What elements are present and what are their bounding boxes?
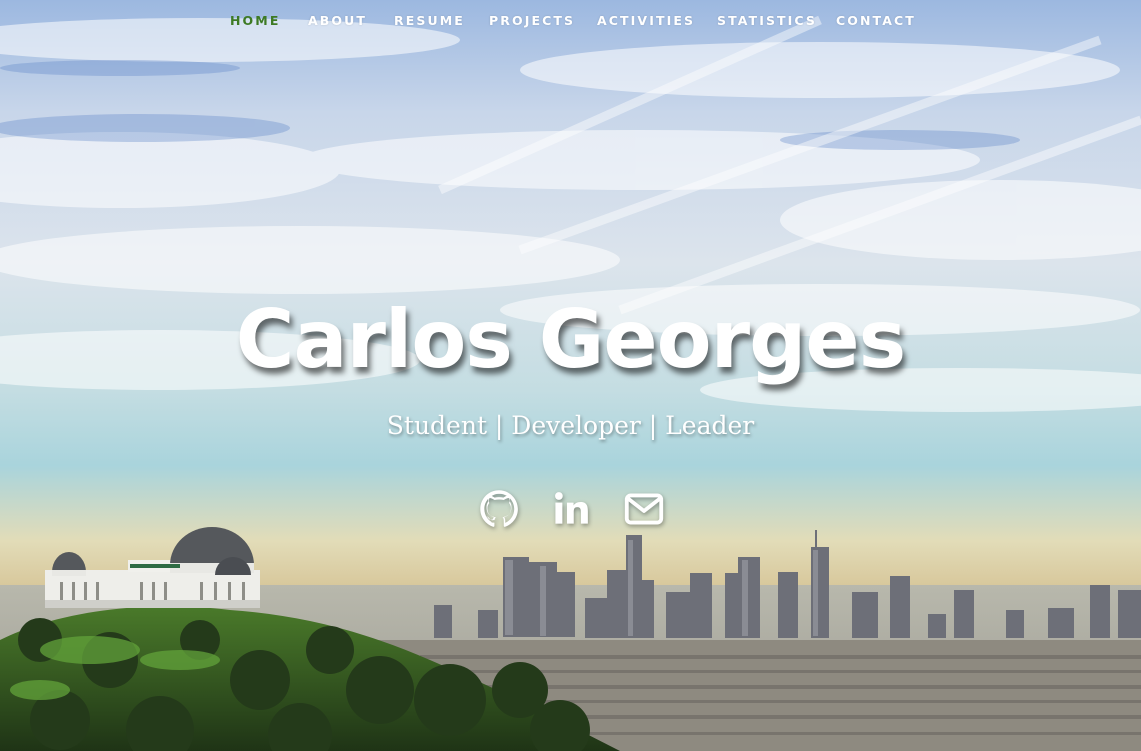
hero-section: HOME ABOUT RESUME PROJECTS ACTIVITIES ST… — [0, 0, 1141, 751]
github-icon — [480, 490, 518, 527]
hero-subtitle: Student | Developer | Leader — [386, 411, 755, 440]
linkedin-icon — [555, 492, 588, 524]
github-link[interactable] — [477, 487, 521, 531]
email-link[interactable] — [622, 487, 666, 531]
nav-contact-link[interactable]: CONTACT — [836, 13, 916, 28]
nav-about-link[interactable]: ABOUT — [308, 13, 367, 28]
hero-title: Carlos Georges — [235, 293, 906, 386]
nav-home-link[interactable]: HOME — [230, 13, 280, 28]
linkedin-link[interactable] — [549, 487, 593, 531]
nav-statistics-link[interactable]: STATISTICS — [717, 13, 817, 28]
nav-activities-link[interactable]: ACTIVITIES — [597, 13, 695, 28]
top-navigation: HOME ABOUT RESUME PROJECTS ACTIVITIES ST… — [0, 0, 1141, 40]
nav-projects-link[interactable]: PROJECTS — [489, 13, 575, 28]
envelope-icon — [624, 493, 664, 525]
social-links — [0, 487, 1141, 531]
nav-resume-link[interactable]: RESUME — [394, 13, 465, 28]
